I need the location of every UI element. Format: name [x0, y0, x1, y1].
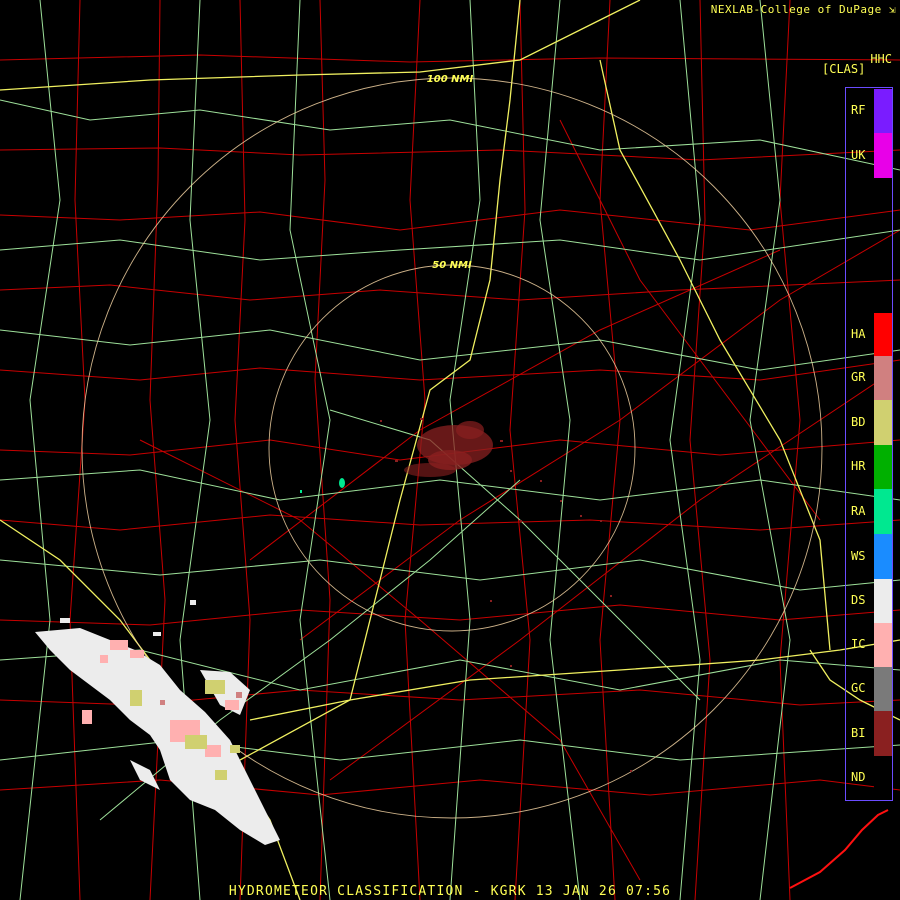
legend-swatch-ra — [874, 489, 892, 534]
legend-swatch-bd — [874, 400, 892, 445]
credit-text: NEXLAB-College of DuPage — [710, 3, 882, 16]
coastline — [789, 809, 889, 889]
legend-label-ha: HA — [851, 326, 866, 341]
product-code: HHC — [870, 52, 892, 66]
credit-label[interactable]: NEXLAB-College of DuPage ⇲ — [711, 3, 896, 16]
legend-swatch-ws — [874, 534, 892, 579]
legend-label-ra: RA — [851, 503, 866, 518]
legend-swatch-gc — [874, 667, 892, 711]
legend-swatch-bi — [874, 711, 892, 756]
radar-ground-clutter — [380, 418, 632, 772]
legend-swatch-gr — [874, 356, 892, 400]
legend-swatch-ds — [874, 579, 892, 623]
legend-swatch-rf — [874, 89, 892, 133]
legend-label-bi: BI — [851, 725, 866, 740]
legend-swatch-ic — [874, 623, 892, 667]
legend-label-hr: HR — [851, 459, 866, 473]
legend-label-gc: GC — [851, 681, 866, 695]
rain-echo — [339, 478, 345, 488]
legend-label-nd: ND — [851, 770, 866, 784]
legend-label-bd: BD — [851, 414, 866, 429]
legend-swatch-hr — [874, 445, 892, 489]
legend-label-gr: GR — [851, 370, 866, 384]
external-link-icon: ⇲ — [888, 3, 896, 16]
legend-label-rf: RF — [851, 103, 866, 117]
legend-label-uk: UK — [851, 147, 866, 162]
ring-label-100: 100 NMI — [427, 74, 474, 85]
ring-label-50: 50 NMI — [432, 260, 472, 271]
rain-echo-small — [300, 490, 302, 493]
legend-label-ds: DS — [851, 593, 866, 607]
footer-title: HYDROMETEOR CLASSIFICATION - KGRK 13 JAN… — [228, 884, 672, 899]
legend-swatch-uk — [874, 133, 892, 178]
legend-swatch-ha — [874, 313, 892, 356]
legend-label-ic: IC — [851, 637, 866, 651]
class-code: [CLAS] — [822, 62, 866, 76]
legend-label-ws: WS — [851, 548, 866, 563]
legend-swatch-nd — [874, 756, 892, 800]
radar-map: 50 NMI 100 NMI — [0, 0, 900, 900]
dry-snow-band — [35, 600, 280, 845]
